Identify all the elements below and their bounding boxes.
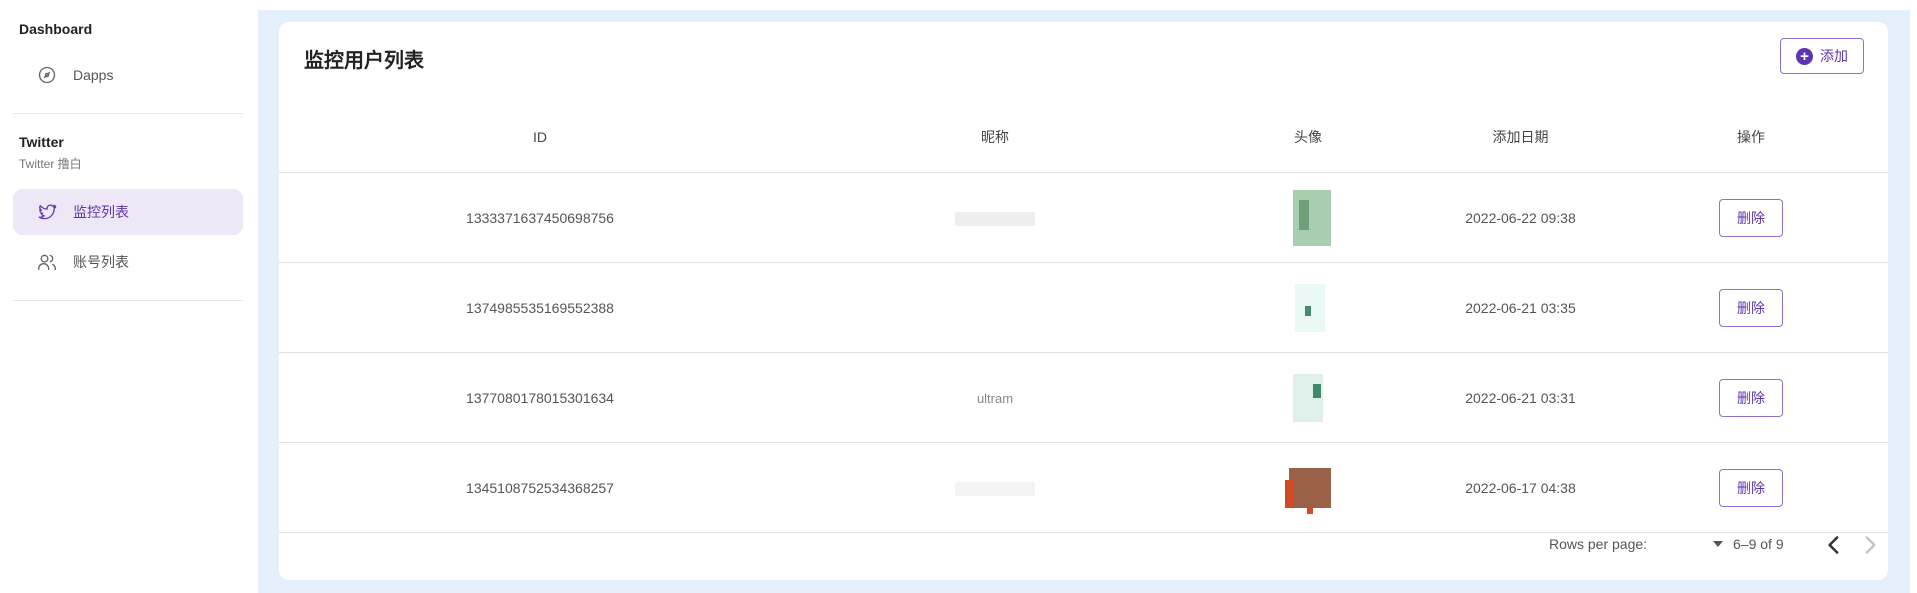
delete-button[interactable]: 删除 bbox=[1719, 378, 1783, 417]
avatar bbox=[1293, 373, 1323, 422]
cell-id: 1333371637450698756 bbox=[279, 172, 801, 263]
avatar bbox=[1293, 189, 1331, 246]
delete-button[interactable]: 删除 bbox=[1719, 288, 1783, 327]
dropdown-arrow-icon bbox=[1713, 541, 1723, 547]
rows-per-page-select[interactable] bbox=[1687, 532, 1727, 558]
table-pagination: Rows per page: 6–9 of 9 bbox=[279, 522, 1888, 570]
cell-id: 1374985535169552388 bbox=[279, 262, 801, 353]
sidebar-divider bbox=[13, 113, 243, 114]
sidebar-section-title-twitter: Twitter bbox=[19, 134, 64, 150]
cell-avatar bbox=[1189, 262, 1427, 353]
delete-button[interactable]: 删除 bbox=[1719, 198, 1783, 237]
monitor-users-table: ID 昵称 头像 添加日期 操作 1333371637450698756 202… bbox=[279, 102, 1888, 533]
nickname: ultram bbox=[976, 390, 1014, 406]
cell-date: 2022-06-22 09:38 bbox=[1427, 172, 1614, 263]
sidebar-divider bbox=[13, 300, 243, 301]
cell-date: 2022-06-17 04:38 bbox=[1427, 442, 1614, 533]
sidebar: Dashboard Dapps Twitter Twitter 撸白 监控列表 … bbox=[0, 0, 258, 589]
main-content: 监控用户列表 + 添加 ID 昵称 头像 添加日期 操作 13333716374 bbox=[258, 10, 1910, 593]
sidebar-item-dapps[interactable]: Dapps bbox=[13, 52, 243, 98]
column-header-date[interactable]: 添加日期 bbox=[1427, 102, 1614, 173]
users-icon bbox=[38, 254, 56, 271]
nickname-redacted bbox=[955, 211, 1035, 226]
cell-action: 删除 bbox=[1614, 352, 1888, 443]
monitor-users-card: 监控用户列表 + 添加 ID 昵称 头像 添加日期 操作 13333716374 bbox=[279, 22, 1888, 580]
sidebar-item-account-list[interactable]: 账号列表 bbox=[13, 239, 243, 285]
avatar bbox=[1295, 283, 1325, 332]
column-header-id[interactable]: ID bbox=[279, 102, 801, 173]
table-row: 1345108752534368257 2022-06-17 04:38 删除 bbox=[279, 442, 1888, 533]
sidebar-section-subtitle: Twitter 撸白 bbox=[19, 157, 82, 171]
cell-nickname bbox=[801, 262, 1189, 353]
cell-date: 2022-06-21 03:35 bbox=[1427, 262, 1614, 353]
add-circle-icon: + bbox=[1796, 47, 1813, 65]
sidebar-item-monitor-list[interactable]: 监控列表 bbox=[13, 189, 243, 235]
next-page-icon[interactable] bbox=[1855, 530, 1885, 560]
column-header-action[interactable]: 操作 bbox=[1614, 102, 1888, 173]
add-button-label: 添加 bbox=[1820, 48, 1848, 64]
cell-action: 删除 bbox=[1614, 262, 1888, 353]
column-header-avatar[interactable]: 头像 bbox=[1189, 102, 1427, 173]
cell-avatar bbox=[1189, 442, 1427, 533]
cell-action: 删除 bbox=[1614, 172, 1888, 263]
cell-avatar bbox=[1189, 172, 1427, 263]
nickname-redacted bbox=[955, 481, 1035, 496]
delete-button[interactable]: 删除 bbox=[1719, 468, 1783, 507]
avatar bbox=[1285, 467, 1331, 514]
page-title: 监控用户列表 bbox=[304, 50, 424, 72]
table-row: 1377080178015301634 ultram 2022-06-21 03… bbox=[279, 352, 1888, 443]
add-button[interactable]: + 添加 bbox=[1780, 38, 1864, 74]
dashboard-gauge-icon bbox=[38, 66, 56, 84]
twitter-bird-icon bbox=[38, 204, 57, 220]
column-header-nickname[interactable]: 昵称 bbox=[801, 102, 1189, 173]
cell-avatar bbox=[1189, 352, 1427, 443]
cell-date: 2022-06-21 03:31 bbox=[1427, 352, 1614, 443]
rows-per-page-label: Rows per page: bbox=[1549, 536, 1648, 552]
sidebar-section-title-dashboard: Dashboard bbox=[19, 21, 93, 37]
sidebar-item-label: 监控列表 bbox=[73, 204, 129, 220]
previous-page-icon[interactable] bbox=[1819, 530, 1849, 560]
table-header-row: ID 昵称 头像 添加日期 操作 bbox=[279, 102, 1888, 173]
cell-action: 删除 bbox=[1614, 442, 1888, 533]
sidebar-item-label: 账号列表 bbox=[73, 254, 129, 270]
sidebar-item-label: Dapps bbox=[73, 67, 114, 83]
cell-nickname: ultram bbox=[801, 352, 1189, 443]
table-row: 1374985535169552388 2022-06-21 03:35 删除 bbox=[279, 262, 1888, 353]
cell-id: 1345108752534368257 bbox=[279, 442, 801, 533]
pagination-range: 6–9 of 9 bbox=[1733, 536, 1784, 552]
table-row: 1333371637450698756 2022-06-22 09:38 删除 bbox=[279, 172, 1888, 263]
cell-id: 1377080178015301634 bbox=[279, 352, 801, 443]
cell-nickname bbox=[801, 442, 1189, 533]
cell-nickname bbox=[801, 172, 1189, 263]
